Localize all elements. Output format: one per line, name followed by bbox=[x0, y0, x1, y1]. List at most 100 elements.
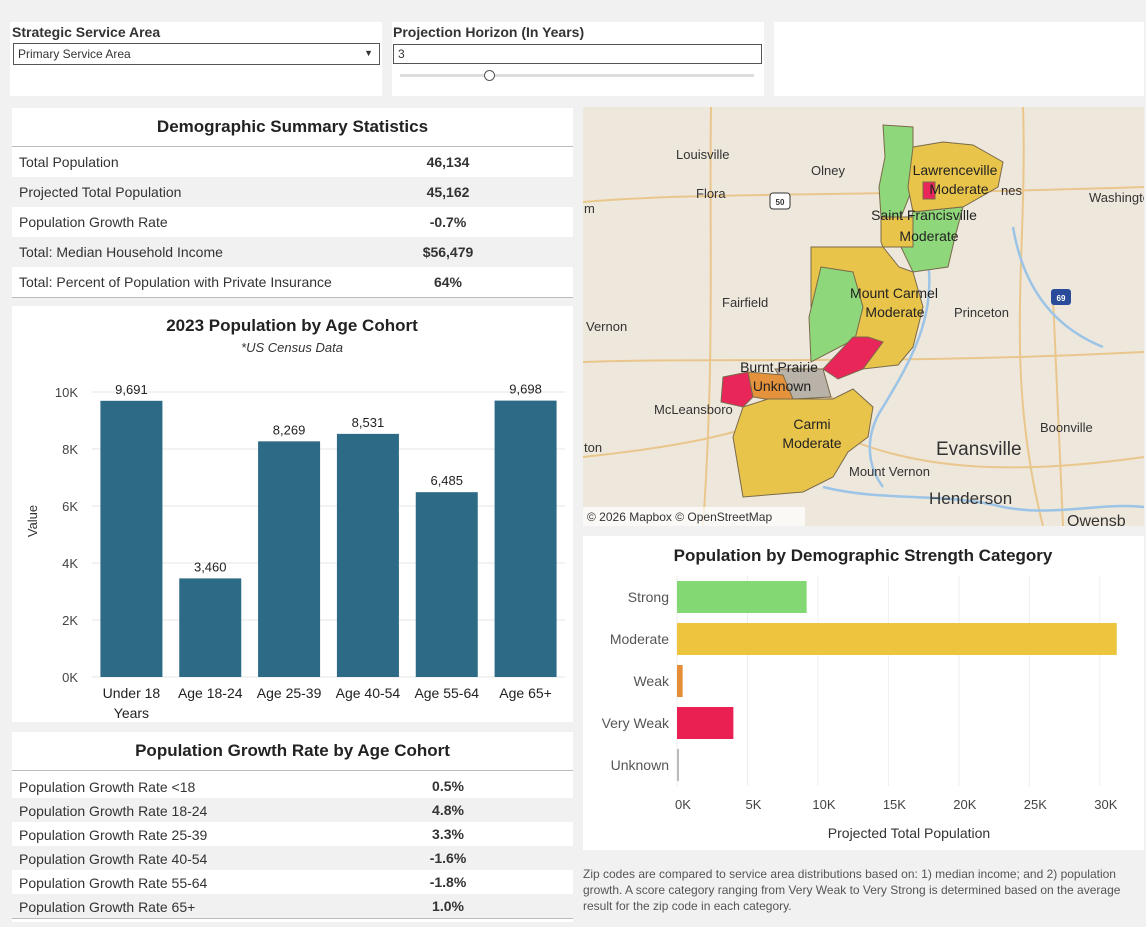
summary-label: Projected Total Population bbox=[19, 184, 182, 200]
place-label: Fairfield bbox=[722, 295, 768, 310]
growth-label: Population Growth Rate 65+ bbox=[19, 899, 196, 915]
region-category-label: Moderate bbox=[899, 228, 958, 244]
age-chart-title: 2023 Population by Age Cohort bbox=[166, 316, 418, 335]
y-tick-label: 10K bbox=[55, 385, 78, 400]
summary-label: Population Growth Rate bbox=[19, 214, 168, 230]
place-label: ton bbox=[584, 440, 602, 455]
growth-row: Population Growth Rate 25-39 3.3% bbox=[12, 822, 573, 846]
age-bar[interactable] bbox=[100, 400, 163, 677]
place-label: Mount Vernon bbox=[849, 464, 930, 479]
growth-label: Population Growth Rate 40-54 bbox=[19, 851, 208, 867]
strength-category-label: Strong bbox=[628, 589, 669, 605]
x-tick-label: 30K bbox=[1094, 797, 1117, 812]
horizon-input[interactable]: 3 bbox=[393, 44, 762, 64]
age-cohort-chart: 2023 Population by Age Cohort *US Census… bbox=[25, 316, 565, 721]
age-bar[interactable] bbox=[258, 441, 321, 677]
place-label: Washington bbox=[1089, 190, 1144, 205]
growth-row: Population Growth Rate 55-64 -1.8% bbox=[12, 870, 573, 894]
route-label: 69 bbox=[1057, 294, 1066, 303]
growth-value: -1.8% bbox=[429, 874, 467, 890]
growth-row: Population Growth Rate 40-54 -1.6% bbox=[12, 846, 573, 870]
strength-bar[interactable] bbox=[677, 665, 683, 697]
x-tick-label: 25K bbox=[1024, 797, 1047, 812]
horizon-slider-track[interactable] bbox=[400, 74, 754, 77]
y-tick-label: 2K bbox=[62, 613, 78, 628]
growth-row: Population Growth Rate 18-24 4.8% bbox=[12, 798, 573, 822]
summary-row: Projected Total Population 45,162 bbox=[12, 177, 573, 207]
map-canvas[interactable]: Louisville Olney Flora Washington Fairfi… bbox=[583, 107, 1144, 526]
summary-value: 64% bbox=[433, 274, 463, 290]
age-bar-value-label: 9,691 bbox=[115, 382, 148, 397]
summary-row: Total Population 46,134 bbox=[12, 147, 573, 177]
age-bar-value-label: 6,485 bbox=[430, 473, 463, 488]
region-category-label: Unknown bbox=[753, 378, 811, 394]
region-name-label: Burnt Prairie bbox=[740, 359, 818, 375]
summary-label: Total: Percent of Population with Privat… bbox=[19, 274, 332, 290]
place-label: Henderson bbox=[929, 489, 1012, 508]
region-name-label: Carmi bbox=[793, 416, 830, 432]
y-axis-label: Value bbox=[25, 505, 40, 537]
summary-value: 45,162 bbox=[426, 184, 470, 200]
age-category-label: Under 18 bbox=[103, 685, 161, 701]
strength-chart: Population by Demographic Strength Categ… bbox=[602, 546, 1118, 841]
strength-bar[interactable] bbox=[677, 581, 807, 613]
growth-table: Population Growth Rate by Age Cohort Pop… bbox=[12, 732, 573, 922]
place-label: Vernon bbox=[586, 319, 627, 334]
place-label: nes bbox=[1001, 183, 1022, 198]
growth-label: Population Growth Rate 55-64 bbox=[19, 875, 208, 891]
place-label: Evansville bbox=[936, 439, 1022, 460]
growth-value: 4.8% bbox=[432, 802, 464, 818]
summary-title: Demographic Summary Statistics bbox=[156, 117, 429, 136]
y-tick-label: 4K bbox=[62, 556, 78, 571]
x-tick-label: 20K bbox=[953, 797, 976, 812]
place-label: m bbox=[584, 201, 595, 216]
horizon-title: Projection Horizon (In Years) bbox=[393, 24, 585, 40]
x-tick-label: 10K bbox=[812, 797, 835, 812]
summary-value: -0.7% bbox=[429, 214, 467, 230]
strength-bar[interactable] bbox=[677, 623, 1117, 655]
place-label: Boonville bbox=[1040, 420, 1093, 435]
summary-row: Population Growth Rate -0.7% bbox=[12, 207, 573, 237]
growth-label: Population Growth Rate 25-39 bbox=[19, 827, 208, 843]
age-bar-value-label: 8,269 bbox=[273, 422, 306, 437]
growth-label: Population Growth Rate <18 bbox=[19, 779, 196, 795]
growth-value: -1.6% bbox=[429, 850, 467, 866]
strength-chart-title: Population by Demographic Strength Categ… bbox=[674, 546, 1053, 565]
age-category-label: Years bbox=[114, 705, 149, 721]
growth-row: Population Growth Rate 65+ 1.0% bbox=[12, 894, 573, 918]
place-label: Louisville bbox=[676, 147, 729, 162]
service-area-dropdown[interactable]: Primary Service Area ▼ bbox=[13, 43, 380, 65]
service-area-map[interactable]: Louisville Olney Flora Washington Fairfi… bbox=[583, 107, 1144, 526]
strength-bar[interactable] bbox=[677, 707, 734, 739]
summary-row: Total: Percent of Population with Privat… bbox=[12, 267, 573, 297]
divider bbox=[12, 918, 573, 919]
age-category-label: Age 18-24 bbox=[178, 685, 243, 701]
methodology-note: Zip codes are compared to service area d… bbox=[583, 867, 1121, 913]
age-category-label: Age 40-54 bbox=[336, 685, 401, 701]
strength-bar[interactable] bbox=[677, 749, 679, 781]
age-bar[interactable] bbox=[179, 578, 242, 677]
horizon-slider-thumb[interactable] bbox=[483, 70, 495, 81]
map-attribution[interactable]: © 2026 Mapbox © OpenStreetMap bbox=[587, 510, 772, 524]
y-tick-label: 8K bbox=[62, 442, 78, 457]
growth-value: 0.5% bbox=[432, 778, 464, 794]
growth-value: 1.0% bbox=[432, 898, 464, 914]
strength-chart-panel: Population by Demographic Strength Categ… bbox=[583, 536, 1144, 850]
region-name-label: Mount Carmel bbox=[850, 285, 938, 301]
x-tick-label: 15K bbox=[883, 797, 906, 812]
strength-category-label: Moderate bbox=[610, 631, 669, 647]
age-bar[interactable] bbox=[494, 400, 557, 677]
age-category-label: Age 65+ bbox=[499, 685, 552, 701]
strength-category-label: Weak bbox=[633, 673, 670, 689]
growth-title: Population Growth Rate by Age Cohort bbox=[135, 741, 450, 760]
place-label: Owensb bbox=[1067, 513, 1126, 526]
route-label: 50 bbox=[776, 198, 785, 207]
service-area-filter-panel: Strategic Service Area Primary Service A… bbox=[10, 22, 382, 96]
x-tick-label: 0K bbox=[675, 797, 691, 812]
summary-row: Total: Median Household Income $56,479 bbox=[12, 237, 573, 267]
growth-row: Population Growth Rate <18 0.5% bbox=[12, 774, 573, 798]
age-bar[interactable] bbox=[415, 492, 478, 677]
strength-category-label: Unknown bbox=[611, 757, 669, 773]
age-bar[interactable] bbox=[336, 433, 399, 677]
age-category-label: Age 25-39 bbox=[257, 685, 322, 701]
